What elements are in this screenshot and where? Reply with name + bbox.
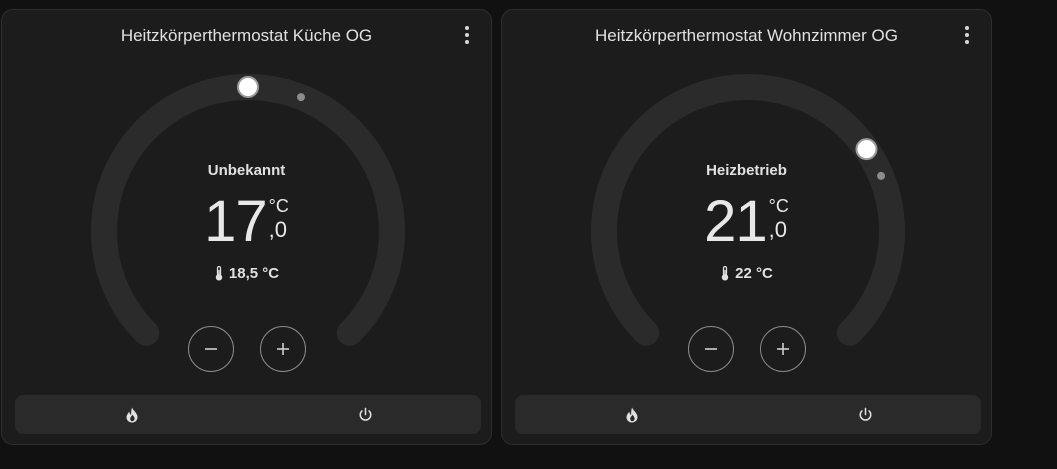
mode-off-button[interactable] bbox=[835, 395, 895, 434]
dots-vertical-icon[interactable] bbox=[457, 24, 477, 46]
power-icon bbox=[359, 407, 371, 421]
hvac-action-label: Heizbetrieb bbox=[706, 162, 787, 179]
thermostat-card-kueche: Heitzkörperthermostat Küche OG Unbekannt… bbox=[1, 9, 492, 445]
setpoint-handle[interactable] bbox=[237, 76, 259, 98]
power-icon bbox=[859, 407, 871, 421]
mode-heat-button[interactable] bbox=[102, 395, 162, 434]
target-temperature-integer: 17 bbox=[204, 189, 268, 254]
decrease-temperature-button[interactable] bbox=[188, 326, 234, 372]
increase-temperature-button[interactable] bbox=[760, 326, 806, 372]
card-title: Heitzkörperthermostat Wohnzimmer OG bbox=[595, 26, 898, 45]
thermometer-icon bbox=[215, 266, 223, 281]
fire-icon bbox=[126, 407, 138, 422]
mode-heat-button[interactable] bbox=[602, 395, 662, 434]
hvac-action-label: Unbekannt bbox=[207, 162, 286, 179]
hvac-mode-bar bbox=[515, 395, 981, 434]
card-title: Heitzkörperthermostat Küche OG bbox=[120, 26, 373, 45]
minus-icon bbox=[205, 348, 217, 350]
thermometer-icon bbox=[721, 266, 729, 281]
setpoint-handle[interactable] bbox=[855, 138, 878, 161]
current-temperature: 22 °C bbox=[502, 265, 991, 282]
fire-icon bbox=[626, 407, 638, 422]
decrease-temperature-button[interactable] bbox=[688, 326, 734, 372]
target-temperature-unit: °C bbox=[268, 196, 289, 216]
current-temperature-marker bbox=[297, 93, 306, 102]
target-temperature-decimal: ,0 bbox=[268, 217, 288, 242]
increase-temperature-button[interactable] bbox=[260, 326, 306, 372]
target-temperature: 21 °C ,0 bbox=[502, 193, 991, 251]
current-temperature-value: 22 °C bbox=[735, 265, 773, 282]
plus-icon bbox=[277, 343, 289, 355]
plus-icon bbox=[777, 343, 789, 355]
current-temperature-value: 18,5 °C bbox=[228, 265, 280, 282]
thermostat-card-wohnzimmer: Heitzkörperthermostat Wohnzimmer OG Heiz… bbox=[501, 9, 992, 445]
target-temperature: 17 °C ,0 bbox=[2, 193, 491, 251]
current-temperature: 18,5 °C bbox=[2, 265, 491, 282]
minus-icon bbox=[705, 348, 717, 350]
target-temperature-decimal: ,0 bbox=[768, 217, 788, 242]
target-temperature-integer: 21 bbox=[704, 189, 768, 254]
hvac-mode-bar bbox=[15, 395, 481, 434]
target-temperature-unit: °C bbox=[768, 196, 789, 216]
dots-vertical-icon[interactable] bbox=[957, 24, 977, 46]
mode-off-button[interactable] bbox=[335, 395, 395, 434]
